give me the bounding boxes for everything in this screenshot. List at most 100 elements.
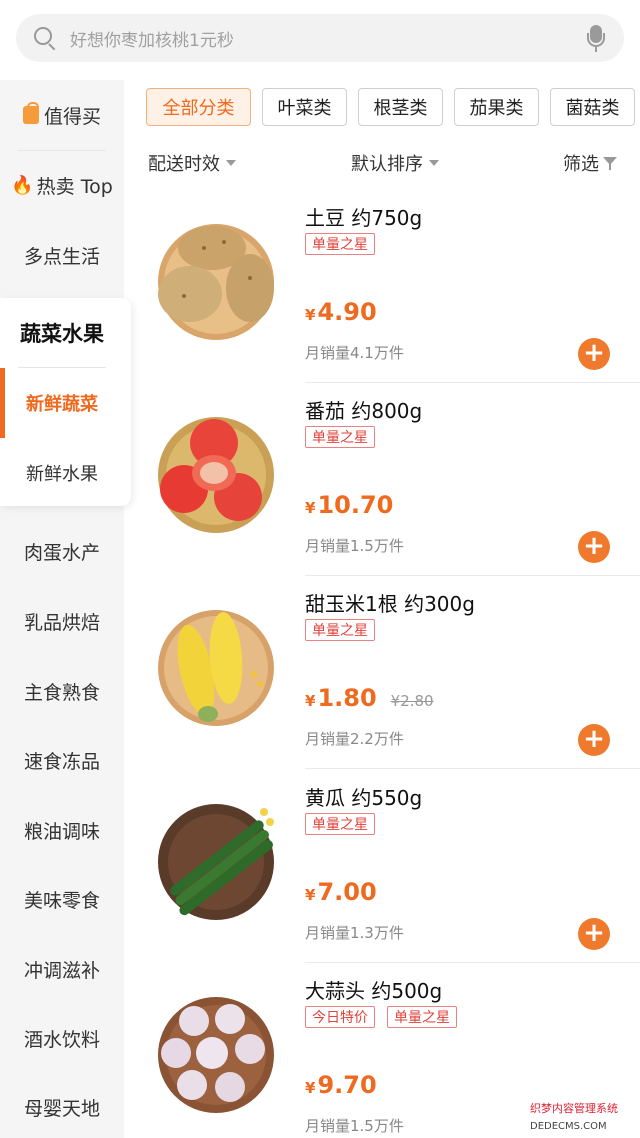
chip-mushroom[interactable]: 菌菇类 (550, 88, 635, 126)
microphone-icon[interactable] (584, 23, 608, 53)
search-input[interactable]: 好想你枣加核桃1元秒 (16, 14, 624, 62)
product-image-cucumber (158, 804, 274, 920)
product-price: ¥ 9.70 (305, 1071, 377, 1099)
product-card[interactable]: 甜玉米1根 约300g 单量之星 ¥ 1.80 ¥2.80 月销量2.2万件 + (124, 576, 640, 769)
sidebar-sub-fresh-vegetables[interactable]: 新鲜蔬菜 (0, 368, 124, 438)
filter-icon (603, 156, 617, 170)
add-to-cart-button[interactable]: + (578, 338, 610, 370)
monthly-sales: 月销量1.3万件 (305, 924, 404, 942)
chip-leafy[interactable]: 叶菜类 (262, 88, 347, 126)
add-to-cart-button[interactable]: + (578, 918, 610, 950)
sort-delivery-time[interactable]: 配送时效 (148, 150, 236, 176)
product-card[interactable]: 土豆 约750g 单量之星 ¥ 4.90 月销量4.1万件 + (124, 190, 640, 383)
sidebar-item-meat[interactable]: 肉蛋水产 (0, 516, 124, 586)
sidebar-item-label: 酒水饮料 (23, 1028, 100, 1051)
monthly-sales: 月销量1.5万件 (305, 537, 404, 555)
product-tags: 今日特价 单量之星 (305, 1006, 457, 1028)
search-placeholder: 好想你枣加核桃1元秒 (70, 30, 234, 51)
product-card[interactable]: 番茄 约800g 单量之星 ¥ 10.70 月销量1.5万件 + (124, 383, 640, 576)
chip-root[interactable]: 根茎类 (358, 88, 443, 126)
sort-default-order[interactable]: 默认排序 (351, 150, 439, 176)
tag-badge: 今日特价 (305, 1006, 375, 1028)
sidebar-item-snacks[interactable]: 美味零食 (0, 864, 124, 934)
chip-all[interactable]: 全部分类 (146, 88, 251, 126)
tag-badge: 单量之星 (387, 1006, 457, 1028)
product-name: 大蒜头 约500g (305, 979, 443, 1003)
filter-label: 筛选 (563, 154, 599, 175)
product-name: 甜玉米1根 约300g (305, 592, 475, 616)
sidebar-item-label: 母婴天地 (23, 1097, 100, 1120)
product-image-potato (158, 224, 274, 340)
sidebar-group-title[interactable]: 蔬菜水果 (0, 298, 124, 368)
product-name: 番茄 约800g (305, 399, 423, 423)
sidebar-item-staple[interactable]: 主食熟食 (0, 656, 124, 726)
tag-badge: 单量之星 (305, 233, 375, 255)
caret-down-icon (429, 160, 439, 166)
sort-label: 默认排序 (351, 154, 423, 175)
watermark: 织梦内容管理系统 DEDECMS.COM (524, 1100, 640, 1138)
search-icon (32, 25, 58, 51)
monthly-sales: 月销量1.5万件 (305, 1117, 404, 1135)
sidebar-item-life[interactable]: 多点生活 (0, 220, 124, 290)
divider (305, 768, 640, 769)
tag-badge: 单量之星 (305, 813, 375, 835)
price-amount: 10.70 (317, 491, 394, 519)
sidebar-item-label: 粮油调味 (23, 820, 100, 843)
sidebar-group-vegetables-fruits: 蔬菜水果 新鲜蔬菜 新鲜水果 (0, 298, 131, 506)
sidebar-item-drinks[interactable]: 酒水饮料 (0, 1003, 124, 1073)
sidebar-item-label: 主食熟食 (23, 681, 100, 704)
add-to-cart-button[interactable]: + (578, 724, 610, 756)
category-chips: 全部分类 叶菜类 根茎类 茄果类 菌菇类 (146, 88, 640, 128)
monthly-sales: 月销量4.1万件 (305, 344, 404, 362)
product-image-tomato (158, 417, 274, 533)
price-amount: 4.90 (317, 298, 377, 326)
caret-down-icon (226, 160, 236, 166)
shopping-bag-icon (22, 102, 39, 124)
currency-symbol: ¥ (305, 306, 316, 324)
sidebar-item-hot-top[interactable]: 🔥 热卖 Top (0, 150, 124, 220)
product-name: 土豆 约750g (305, 206, 423, 230)
currency-symbol: ¥ (305, 1079, 316, 1097)
product-image-corn (158, 610, 274, 726)
sidebar-sub-fresh-fruits[interactable]: 新鲜水果 (0, 438, 124, 508)
watermark-line2: DEDECMS.COM (530, 1121, 607, 1132)
product-price: ¥ 4.90 (305, 298, 377, 326)
sidebar-item-frozen[interactable]: 速食冻品 (0, 725, 124, 795)
tag-badge: 单量之星 (305, 426, 375, 448)
sidebar-item-label: 值得买 (43, 105, 101, 128)
flame-icon: 🔥 (11, 174, 34, 196)
filter-button[interactable]: 筛选 (563, 150, 617, 176)
product-name: 黄瓜 约550g (305, 786, 423, 810)
currency-symbol: ¥ (305, 499, 316, 517)
sidebar-item-dairy[interactable]: 乳品烘焙 (0, 586, 124, 656)
product-tags: 单量之星 (305, 426, 375, 448)
add-to-cart-button[interactable]: + (578, 531, 610, 563)
sidebar-item-label: 乳品烘焙 (23, 611, 100, 634)
sidebar-item-grain-oil[interactable]: 粮油调味 (0, 795, 124, 865)
watermark-line1: 织梦内容管理系统 (530, 1102, 618, 1115)
product-card[interactable]: 黄瓜 约550g 单量之星 ¥ 7.00 月销量1.3万件 + (124, 770, 640, 963)
sidebar-item-tonic[interactable]: 冲调滋补 (0, 934, 124, 1004)
currency-symbol: ¥ (305, 886, 316, 904)
tag-badge: 单量之星 (305, 619, 375, 641)
product-price: ¥ 1.80 ¥2.80 (305, 684, 434, 712)
chip-fruit-veg[interactable]: 茄果类 (454, 88, 539, 126)
price-amount: 1.80 (317, 684, 377, 712)
sidebar-item-baby[interactable]: 母婴天地 (0, 1072, 124, 1138)
currency-symbol: ¥ (305, 692, 316, 710)
category-sidebar: 值得买 🔥 热卖 Top 多点生活 肉蛋水产 乳品烘焙 主食熟食 速食冻品 粮油… (0, 80, 124, 1138)
sidebar-item-label: 多点生活 (23, 245, 100, 268)
product-tags: 单量之星 (305, 813, 375, 835)
search-header: 好想你枣加核桃1元秒 (0, 0, 640, 80)
sidebar-item-label: 肉蛋水产 (23, 541, 100, 564)
product-image-garlic (158, 997, 274, 1113)
product-price: ¥ 10.70 (305, 491, 393, 519)
sidebar-item-deals[interactable]: 值得买 (0, 80, 124, 150)
sort-bar: 配送时效 默认排序 筛选 (146, 144, 640, 180)
sort-label: 配送时效 (148, 154, 220, 175)
product-tags: 单量之星 (305, 233, 375, 255)
monthly-sales: 月销量2.2万件 (305, 730, 404, 748)
sidebar-item-label: 美味零食 (23, 889, 100, 912)
sidebar-item-label: 热卖 Top (36, 175, 113, 198)
original-price: ¥2.80 (390, 692, 434, 710)
